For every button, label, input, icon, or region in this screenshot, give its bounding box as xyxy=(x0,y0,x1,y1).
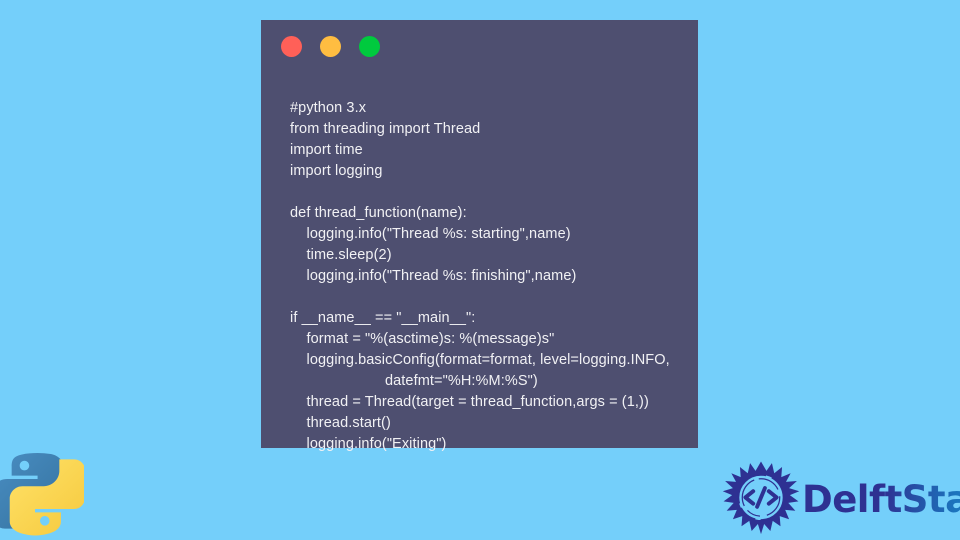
code-line: import time xyxy=(290,142,363,158)
minimize-button[interactable] xyxy=(320,35,341,57)
code-line: logging.info("Thread %s: finishing",name… xyxy=(290,268,577,284)
python-logo-icon xyxy=(0,453,84,536)
code-line: datefmt="%H:%M:%S") xyxy=(290,373,538,389)
code-line: thread.start() xyxy=(290,415,391,431)
code-line: logging.info("Thread %s: starting",name) xyxy=(290,226,571,242)
close-button[interactable] xyxy=(281,35,302,57)
code-line: format = "%(asctime)s: %(message)s" xyxy=(290,331,555,347)
slide-canvas: #python 3.x from threading import Thread… xyxy=(0,0,960,540)
maximize-button[interactable] xyxy=(359,35,380,57)
delftstack-wordmark: DelftStack xyxy=(802,478,960,521)
code-line: if __name__ == "__main__": xyxy=(290,310,476,326)
delftstack-logo: DelftStack xyxy=(722,458,960,540)
code-line: time.sleep(2) xyxy=(290,247,392,263)
code-window-titlebar xyxy=(261,20,698,72)
code-line: #python 3.x xyxy=(290,100,367,116)
delftstack-emblem-icon xyxy=(722,461,800,535)
code-line: def thread_function(name): xyxy=(290,205,467,221)
code-line: from threading import Thread xyxy=(290,121,481,137)
code-line: logging.info("Exiting") xyxy=(290,436,447,452)
code-line: logging.basicConfig(format=format, level… xyxy=(290,352,670,368)
code-block[interactable]: #python 3.x from threading import Thread… xyxy=(261,72,698,452)
code-line: thread = Thread(target = thread_function… xyxy=(290,394,649,410)
code-line: import logging xyxy=(290,163,383,179)
code-window: #python 3.x from threading import Thread… xyxy=(261,20,698,452)
